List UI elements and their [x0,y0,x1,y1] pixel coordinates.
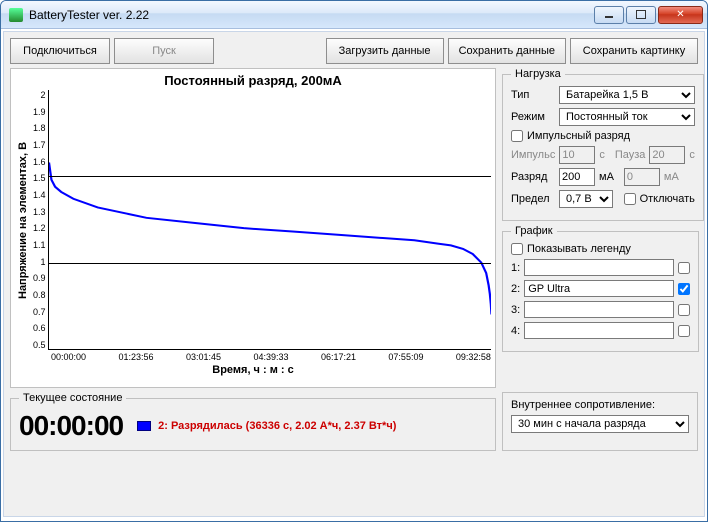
impulse-input[interactable] [559,146,595,164]
chart-xlabel: Время, ч : м : с [15,364,491,376]
status-text: 2: Разрядилась (36336 с, 2.02 А*ч, 2.37 … [158,420,396,432]
off-label: Отключать [640,193,695,205]
chart-yaxis: 21.91.81.71.61.51.41.31.21.110.90.80.70.… [31,90,48,350]
pause-label: Пауза [615,149,646,161]
mode-label: Режим [511,111,555,123]
discharge-unit: мА [599,171,614,183]
ir-panel: Внутреннее сопротивление: 30 мин с начал… [502,392,698,451]
toolbar: Подключиться Пуск Загрузить данные Сохра… [10,38,698,64]
status-panel: Текущее состояние 00:00:00 2: Разрядилас… [10,392,496,451]
pulse-label: Импульсный разряд [527,130,630,142]
pause-input[interactable] [649,146,685,164]
load-data-button[interactable]: Загрузить данные [326,38,444,64]
app-icon [9,8,23,22]
chart-title: Постоянный разряд, 200мА [15,73,491,88]
discharge-label: Разряд [511,171,555,183]
save-picture-button[interactable]: Сохранить картинку [570,38,698,64]
minimize-button[interactable] [594,6,624,24]
chart-ylabel: Напряжение на элементах, В [15,90,31,350]
discharge-input[interactable] [559,168,595,186]
discharge2-input[interactable] [624,168,660,186]
type-select[interactable]: Батарейка 1,5 В [559,86,695,104]
legend-row1-label: 1: [511,262,520,274]
window-title: BatteryTester ver. 2.22 [29,8,149,22]
legend-row1-checkbox[interactable] [678,262,690,274]
legend-row2-input[interactable] [524,280,674,297]
off-checkbox[interactable] [624,193,636,205]
status-line: 2: Разрядилась (36336 с, 2.02 А*ч, 2.37 … [137,420,396,432]
legend-row4-input[interactable] [524,322,674,339]
chart-plot [48,90,491,350]
show-legend-label: Показывать легенду [527,243,631,255]
ir-select[interactable]: 30 мин с начала разряда [511,415,689,433]
save-data-button[interactable]: Сохранить данные [448,38,566,64]
show-legend-checkbox[interactable] [511,243,523,255]
legend-row4-label: 4: [511,325,520,337]
connect-button[interactable]: Подключиться [10,38,110,64]
graph-panel: График Показывать легенду 1: 2: 3: [502,225,699,352]
discharge2-unit: мА [664,171,679,183]
load-panel-legend: Нагрузка [511,68,565,80]
legend-row3-checkbox[interactable] [678,304,690,316]
legend-row2-label: 2: [511,283,520,295]
legend-row3-input[interactable] [524,301,674,318]
maximize-button[interactable] [626,6,656,24]
legend-row2-checkbox[interactable] [678,283,690,295]
start-button[interactable]: Пуск [114,38,214,64]
impulse-unit: с [599,149,605,161]
graph-panel-legend: График [511,225,557,237]
close-button[interactable] [658,6,703,24]
pulse-checkbox[interactable] [511,130,523,142]
pause-unit: с [689,149,695,161]
series-color-swatch [137,421,151,431]
type-label: Тип [511,89,555,101]
chart-area: Постоянный разряд, 200мА Напряжение на э… [10,68,496,388]
limit-select[interactable]: 0,7 В [559,190,613,208]
legend-row4-checkbox[interactable] [678,325,690,337]
status-panel-legend: Текущее состояние [19,392,126,404]
chart-xaxis: 00:00:0001:23:5603:01:4504:39:3306:17:21… [51,352,491,362]
mode-select[interactable]: Постоянный ток [559,108,695,126]
legend-row3-label: 3: [511,304,520,316]
ir-label: Внутреннее сопротивление: [511,399,689,411]
legend-row1-input[interactable] [524,259,674,276]
impulse-label: Импульс [511,149,555,161]
elapsed-time: 00:00:00 [19,410,123,442]
titlebar: BatteryTester ver. 2.22 [1,1,707,29]
limit-label: Предел [511,193,555,205]
load-panel: Нагрузка Тип Батарейка 1,5 В Режим Посто… [502,68,704,221]
